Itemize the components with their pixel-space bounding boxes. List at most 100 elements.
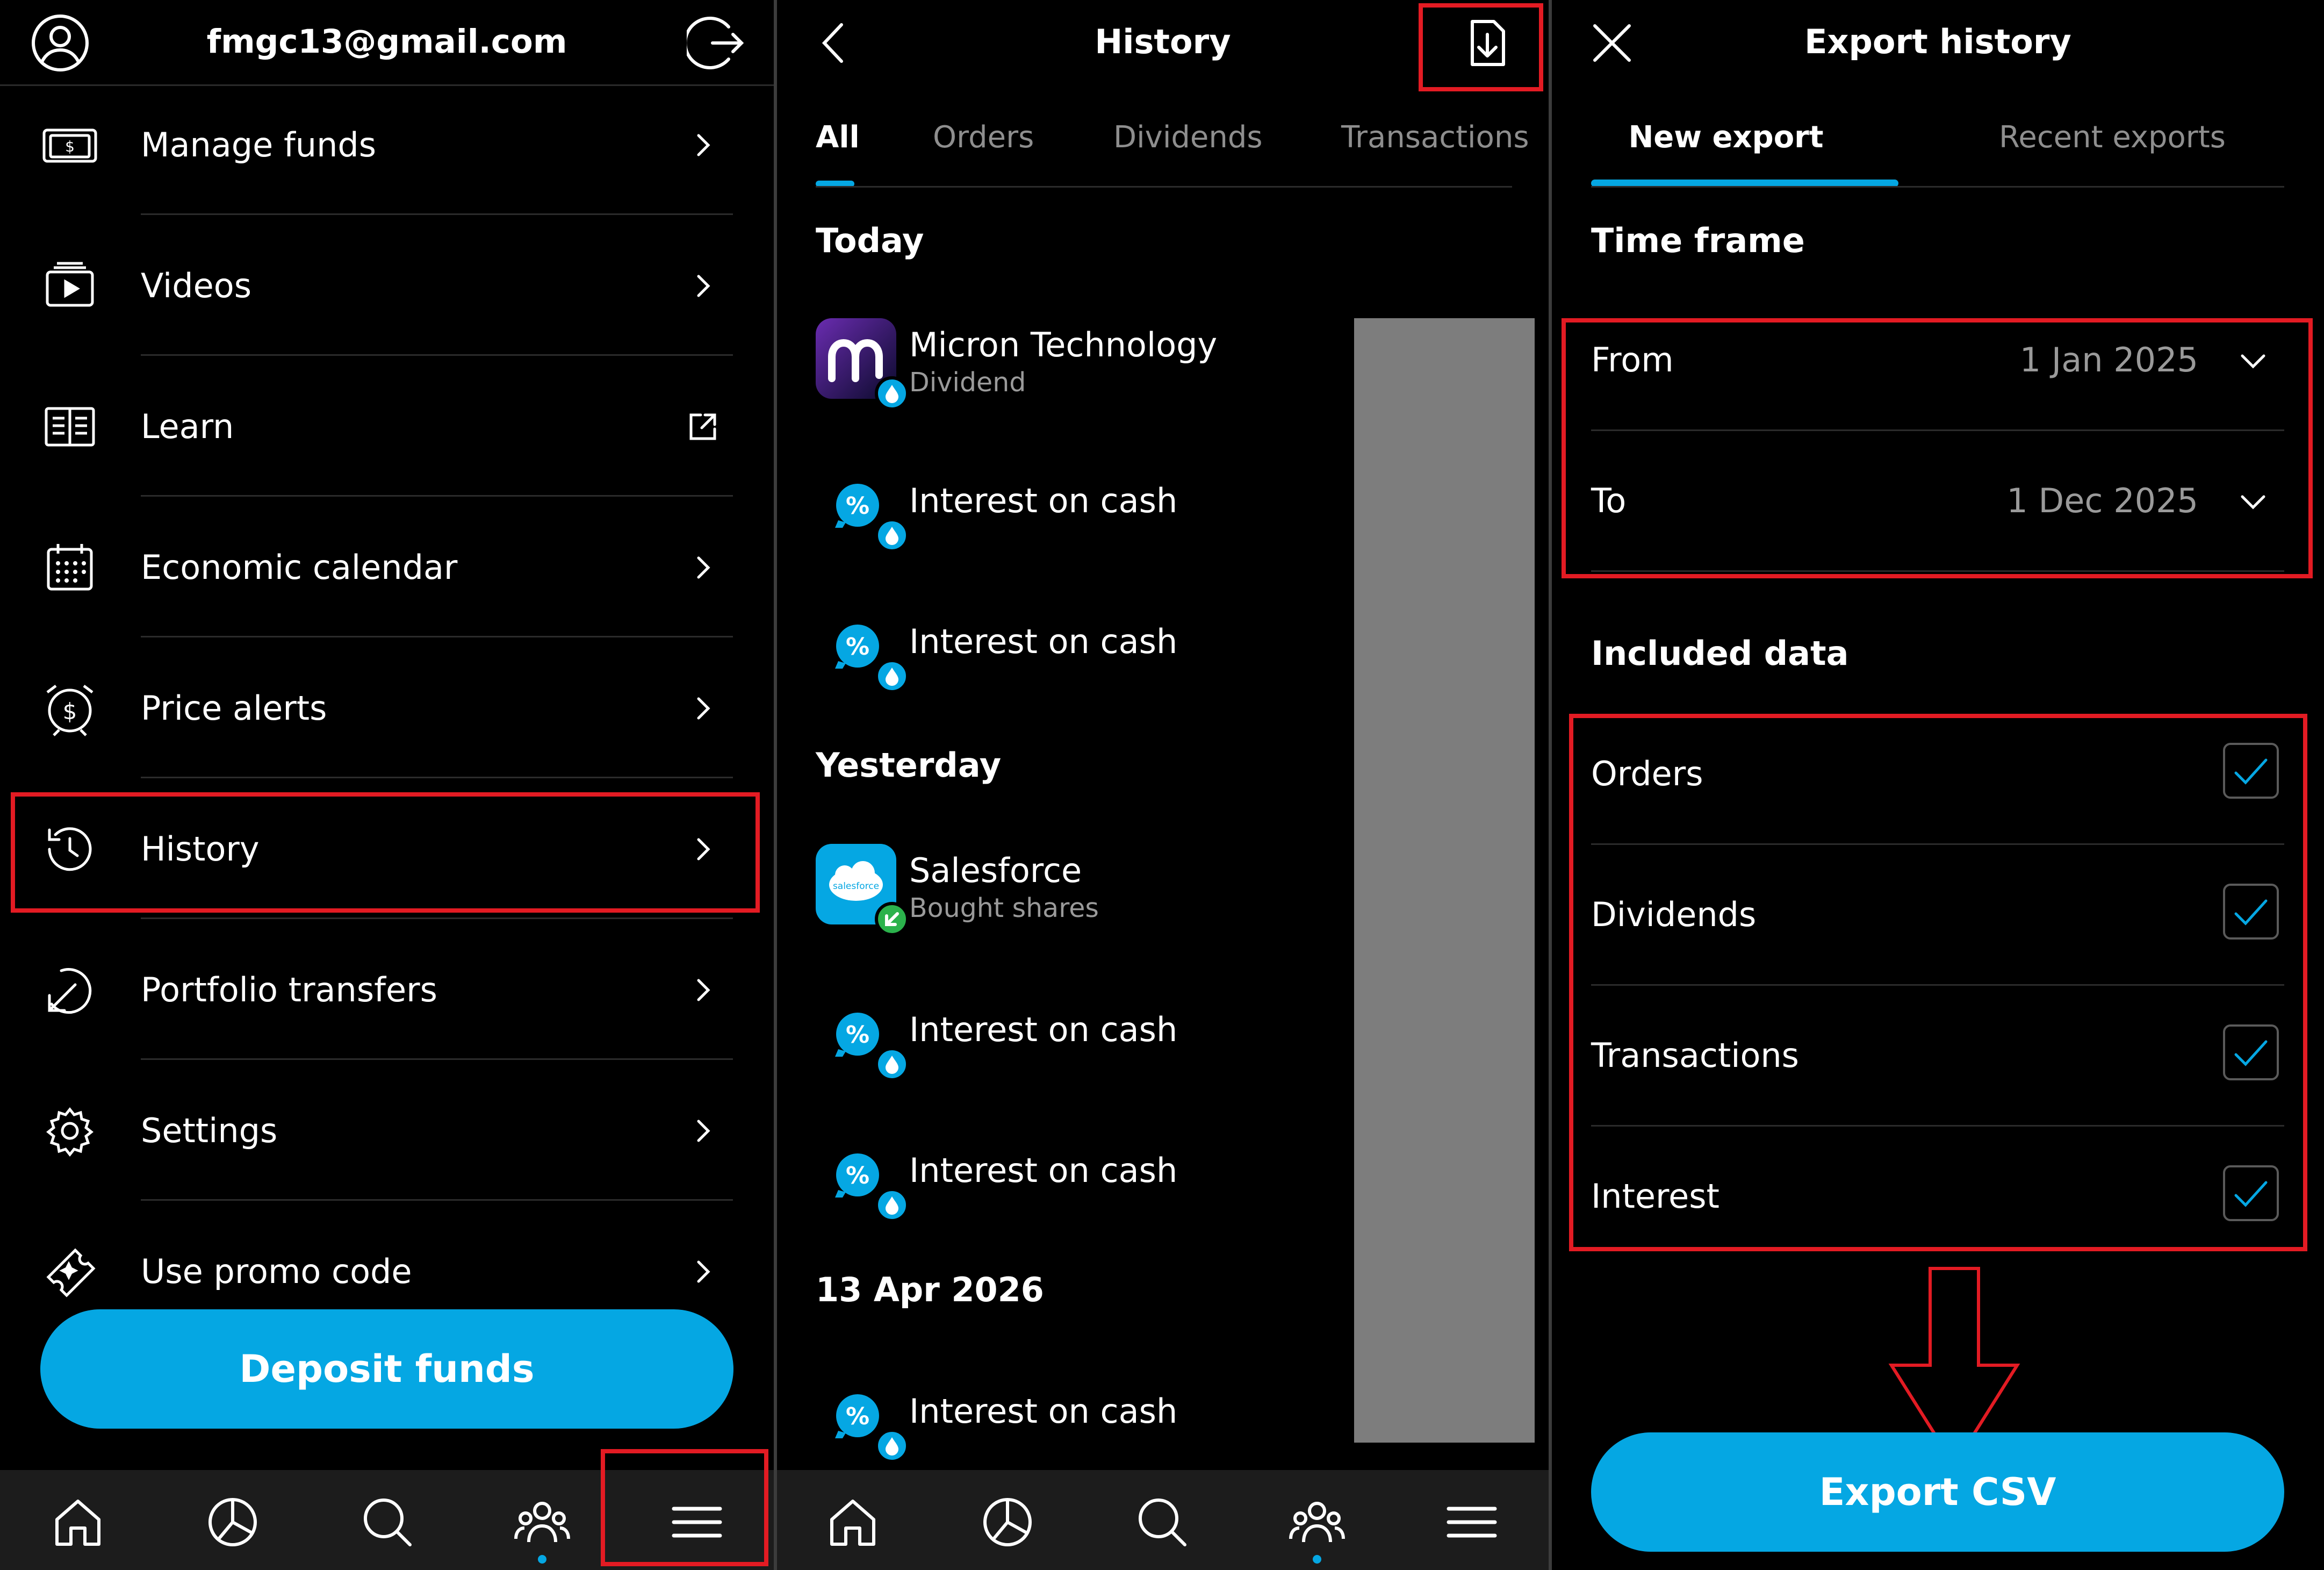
calendar-icon xyxy=(38,535,102,600)
item-title: Interest on cash xyxy=(909,1010,1178,1049)
svg-text:%: % xyxy=(846,1403,869,1430)
transfer-icon xyxy=(38,958,102,1022)
community-icon[interactable] xyxy=(513,1493,572,1552)
chevron-right-icon xyxy=(686,269,720,303)
menu-item-portfolio-transfers[interactable]: Portfolio transfers xyxy=(0,919,774,1060)
tabs-divider xyxy=(816,186,1512,188)
svg-text:%: % xyxy=(846,633,869,661)
book-icon xyxy=(38,395,102,459)
menu-item-learn[interactable]: Learn xyxy=(0,356,774,497)
dividend-drop-icon xyxy=(875,1188,909,1222)
menu-item-economic-calendar[interactable]: Economic calendar xyxy=(0,497,774,637)
item-title: Salesforce xyxy=(909,851,1082,890)
export-csv-button[interactable]: Export CSV xyxy=(1591,1432,2284,1552)
section-heading: Yesterday xyxy=(816,745,1002,785)
download-highlight-box xyxy=(1419,3,1543,91)
portfolio-icon[interactable] xyxy=(203,1493,262,1552)
menu-item-price-alerts[interactable]: $ Price alerts xyxy=(0,637,774,778)
list-item[interactable]: % Interest on cash xyxy=(816,473,1353,580)
active-indicator-dot xyxy=(538,1555,546,1564)
list-item[interactable]: % Interest on cash xyxy=(816,614,1353,721)
ticket-icon xyxy=(38,1239,102,1304)
chevron-right-icon xyxy=(686,973,720,1007)
account-avatar-icon[interactable] xyxy=(30,13,90,73)
svg-text:$: $ xyxy=(63,698,77,725)
search-icon[interactable] xyxy=(1133,1493,1192,1552)
chevron-right-icon xyxy=(686,1114,720,1148)
redacted-amounts xyxy=(1354,318,1535,1443)
section-heading: 13 Apr 2026 xyxy=(816,1270,1044,1309)
menu-item-manage-funds[interactable]: $ Manage funds xyxy=(0,74,774,215)
chevron-right-icon xyxy=(686,128,720,162)
home-icon[interactable] xyxy=(48,1493,107,1552)
menu-highlight-box xyxy=(601,1449,768,1566)
menu-header: fmgc13@gmail.com xyxy=(0,0,774,86)
export-panel: Export history New export Recent exports… xyxy=(1552,0,2324,1570)
dividend-drop-icon xyxy=(875,1429,909,1463)
dividend-drop-icon xyxy=(875,659,909,693)
tab-all[interactable]: All xyxy=(816,116,860,159)
account-email: fmgc13@gmail.com xyxy=(206,23,567,61)
menu-icon[interactable] xyxy=(1442,1493,1501,1552)
list-item[interactable]: salesforce Salesforce Bought shares xyxy=(816,844,1353,951)
tab-orders[interactable]: Orders xyxy=(933,116,1034,159)
tabs-divider xyxy=(1591,186,2284,188)
menu-item-label: Learn xyxy=(141,407,234,446)
active-indicator-dot xyxy=(1313,1555,1321,1564)
chevron-right-icon xyxy=(686,1254,720,1289)
search-icon[interactable] xyxy=(358,1493,417,1552)
included-data-highlight-box xyxy=(1569,714,2307,1251)
list-item[interactable]: Micron Technology Dividend xyxy=(816,318,1353,426)
item-title: Interest on cash xyxy=(909,1392,1178,1431)
community-icon[interactable] xyxy=(1287,1493,1347,1552)
item-subtitle: Dividend xyxy=(909,367,1026,398)
menu-item-label: Portfolio transfers xyxy=(141,970,437,1009)
gear-icon xyxy=(38,1099,102,1163)
portfolio-icon[interactable] xyxy=(978,1493,1037,1552)
dividend-drop-icon xyxy=(875,518,909,553)
home-icon[interactable] xyxy=(823,1493,882,1552)
item-subtitle: Bought shares xyxy=(909,893,1099,923)
chevron-right-icon xyxy=(686,691,720,726)
dividend-drop-icon xyxy=(875,376,909,411)
logout-icon[interactable] xyxy=(687,13,747,73)
menu-panel: fmgc13@gmail.com $ Manage funds Videos L… xyxy=(0,0,774,1570)
menu-item-label: Economic calendar xyxy=(141,548,458,587)
page-title: Export history xyxy=(1804,22,2071,61)
included-data-heading: Included data xyxy=(1591,634,1849,673)
list-item[interactable]: % Interest on cash xyxy=(816,1002,1353,1109)
menu-item-label: Videos xyxy=(141,266,252,305)
external-link-icon xyxy=(686,410,720,444)
bought-arrow-icon xyxy=(875,902,909,936)
item-title: Interest on cash xyxy=(909,622,1178,661)
alarm-icon: $ xyxy=(38,676,102,741)
chevron-right-icon xyxy=(686,550,720,585)
time-frame-highlight-box xyxy=(1562,318,2313,578)
history-highlight-box xyxy=(11,792,760,913)
deposit-funds-button[interactable]: Deposit funds xyxy=(40,1309,733,1429)
time-frame-heading: Time frame xyxy=(1591,221,1805,260)
history-panel: History All Orders Dividends Transaction… xyxy=(777,0,1549,1570)
svg-text:$: $ xyxy=(65,138,75,155)
section-heading: Today xyxy=(816,221,924,260)
video-icon xyxy=(38,254,102,318)
bottom-nav xyxy=(777,1470,1549,1570)
svg-text:%: % xyxy=(846,492,869,520)
item-title: Micron Technology xyxy=(909,325,1218,364)
tab-dividends[interactable]: Dividends xyxy=(1113,116,1263,159)
menu-item-label: Use promo code xyxy=(141,1252,412,1291)
wallet-icon: $ xyxy=(38,113,102,177)
menu-item-label: Settings xyxy=(141,1111,278,1150)
item-title: Interest on cash xyxy=(909,1151,1178,1190)
tab-transactions[interactable]: Transactions xyxy=(1341,116,1529,159)
menu-item-label: Manage funds xyxy=(141,125,377,164)
svg-text:salesforce: salesforce xyxy=(833,881,879,892)
item-title: Interest on cash xyxy=(909,481,1178,520)
tab-new-export[interactable]: New export xyxy=(1552,116,1900,159)
menu-item-videos[interactable]: Videos xyxy=(0,215,774,356)
list-item[interactable]: % Interest on cash xyxy=(816,1143,1353,1250)
dividend-drop-icon xyxy=(875,1047,909,1081)
svg-text:%: % xyxy=(846,1021,869,1049)
menu-item-settings[interactable]: Settings xyxy=(0,1060,774,1201)
tab-recent-exports[interactable]: Recent exports xyxy=(1900,116,2324,159)
